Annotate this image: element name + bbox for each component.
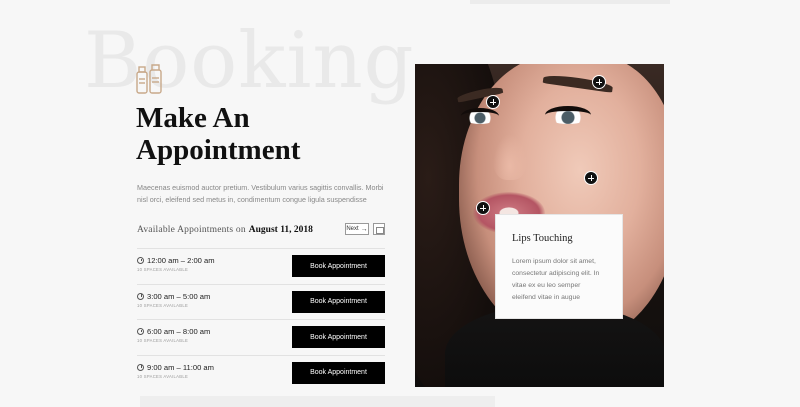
slot-time: 3:00 am – 5:00 am: [137, 292, 210, 301]
calendar-icon[interactable]: [373, 223, 385, 235]
availability-header: Available Appointments on August 11, 201…: [137, 222, 385, 238]
appointment-slot-list: 12:00 am – 2:00 am 10 SPACES AVAILABLE B…: [137, 248, 385, 390]
card-title: Lips Touching: [512, 233, 573, 244]
clock-icon: [137, 363, 144, 371]
page-title: Make An Appointment: [136, 102, 356, 166]
page-title-line-1: Make An: [136, 102, 250, 134]
book-appointment-button[interactable]: Book Appointment: [292, 255, 385, 277]
card-text: Lorem ipsum dolor sit amet, consectetur …: [512, 258, 600, 301]
slot-time: 6:00 am – 8:00 am: [137, 327, 210, 336]
availability-label: Available Appointments on: [137, 225, 246, 235]
plus-hotspot-icon[interactable]: [584, 171, 598, 185]
plus-hotspot-icon[interactable]: [486, 95, 500, 109]
next-day-button[interactable]: Next →: [345, 223, 369, 235]
book-appointment-button[interactable]: Book Appointment: [292, 361, 385, 384]
appointment-slot: 6:00 am – 8:00 am 10 SPACES AVAILABLE Bo…: [137, 319, 385, 355]
slot-time-label: 9:00 am – 11:00 am: [147, 362, 214, 372]
book-appointment-button[interactable]: Book Appointment: [292, 290, 385, 313]
cosmetics-bottles-icon: [136, 64, 162, 94]
clock-icon: [137, 328, 144, 335]
page-title-line-2: Appointment: [136, 134, 301, 166]
portrait-eye-right: [545, 106, 591, 124]
hotspot-info-card: Lips Touching Lorem ipsum dolor sit amet…: [495, 214, 623, 319]
plus-hotspot-icon[interactable]: [476, 201, 490, 215]
slot-spaces-available: 10 SPACES AVAILABLE: [137, 338, 189, 343]
top-divider: [470, 0, 670, 4]
slot-time: 12:00 am – 2:00 am: [137, 256, 215, 265]
availability-date: August 11, 2018: [248, 225, 313, 235]
book-appointment-button[interactable]: Book Appointment: [292, 326, 385, 348]
slot-spaces-available: 10 SPACES AVAILABLE: [137, 373, 189, 379]
clock-icon: [137, 257, 144, 264]
arrow-right-icon: →: [360, 225, 368, 233]
portrait-eye-left: [461, 108, 499, 124]
appointment-slot: 3:00 am – 5:00 am 10 SPACES AVAILABLE Bo…: [137, 283, 385, 320]
slot-spaces-available: 10 SPACES AVAILABLE: [137, 267, 189, 272]
appointment-slot: 9:00 am – 11:00 am 10 SPACES AVAILABLE B…: [137, 354, 385, 391]
slot-time-label: 12:00 am – 2:00 am: [147, 256, 215, 265]
next-label: Next: [346, 226, 359, 232]
intro-description: Maecenas euismod auctor pretium. Vestibu…: [137, 183, 384, 204]
slot-time-label: 3:00 am – 5:00 am: [147, 291, 211, 301]
portrait-nose: [493, 134, 527, 180]
slot-time: 9:00 am – 11:00 am: [137, 363, 214, 372]
appointment-slot: 12:00 am – 2:00 am 10 SPACES AVAILABLE B…: [137, 248, 385, 284]
slot-spaces-available: 10 SPACES AVAILABLE: [137, 302, 189, 308]
plus-hotspot-icon[interactable]: [592, 75, 606, 89]
bottom-section-edge: [140, 396, 495, 407]
clock-icon: [137, 292, 144, 300]
slot-time-label: 6:00 am – 8:00 am: [147, 327, 211, 336]
